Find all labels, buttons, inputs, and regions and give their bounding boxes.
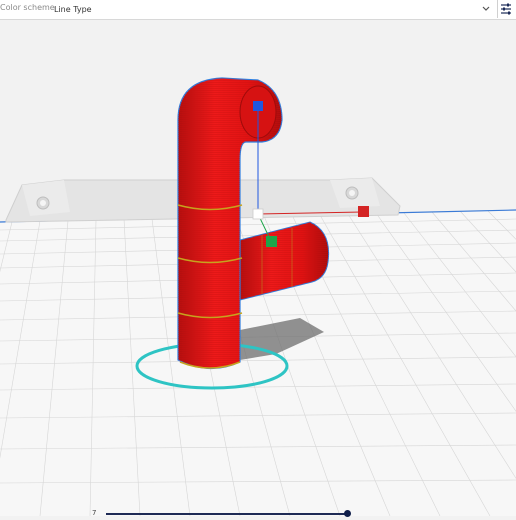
color-scheme-dropdown[interactable]: Line Type — [51, 0, 495, 18]
layer-slider-track[interactable] — [106, 513, 350, 515]
top-toolbar: Color scheme Line Type — [0, 0, 516, 20]
z-axis-handle[interactable] — [253, 101, 263, 111]
chevron-down-icon — [480, 1, 492, 15]
color-scheme-label: Color scheme — [0, 3, 55, 12]
layer-slider[interactable]: 7 — [92, 509, 356, 517]
x-axis-handle[interactable] — [358, 206, 369, 217]
3d-viewport[interactable] — [0, 20, 516, 517]
gizmo-center-handle[interactable] — [252, 208, 264, 220]
y-axis-handle[interactable] — [266, 236, 277, 247]
sliders-icon — [498, 3, 514, 22]
color-scheme-value: Line Type — [54, 4, 92, 14]
settings-button[interactable] — [497, 0, 514, 18]
